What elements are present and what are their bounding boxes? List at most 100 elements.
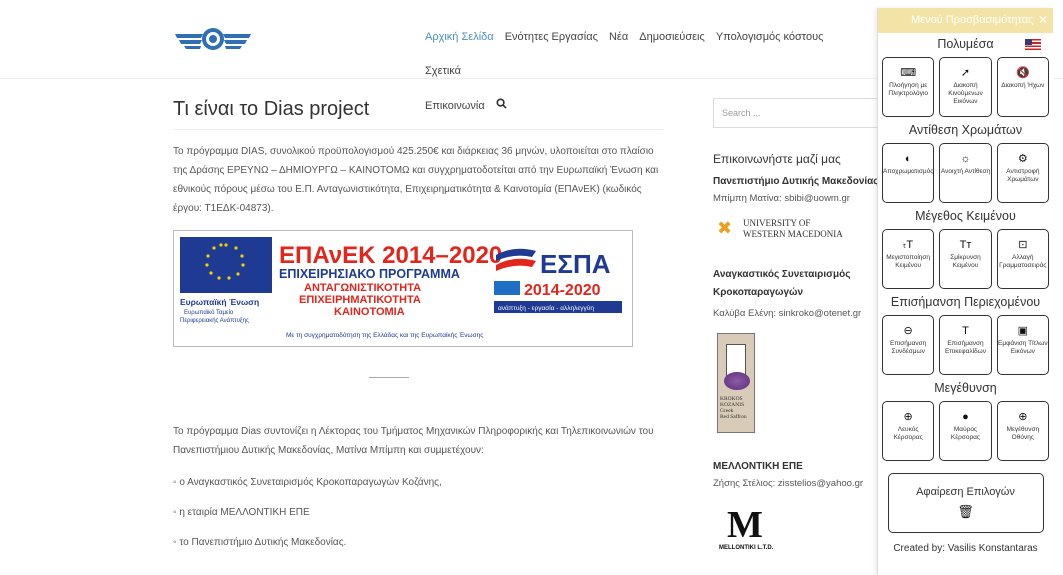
image-icon: ▣ bbox=[1017, 325, 1029, 337]
accessibility-button-label: Διακοπή Κινούμενων Εικόνων bbox=[948, 82, 983, 105]
accessibility-button-label: Επισήμανση Επικεφαλίδων bbox=[944, 340, 986, 355]
uowm-name: Πανεπιστήμιο Δυτικής Μακεδονίας bbox=[713, 176, 878, 187]
mute-icon: 🔇 bbox=[1015, 67, 1030, 79]
accessibility-button-label: Μεγέθυνση Οθόνης bbox=[1006, 426, 1040, 441]
accessibility-button-label: Επισήμανση Συνδέσμων bbox=[890, 340, 927, 355]
nav-publications[interactable]: Δημοσιεύσεις bbox=[639, 20, 705, 54]
intro-paragraph: Το πρόγραμμα DIAS, συνολικού προϋπολογισ… bbox=[173, 146, 659, 214]
nav-home[interactable]: Αρχική Σελίδα bbox=[425, 20, 494, 54]
accessibility-button-label: Αντιστροφή Χρωμάτων bbox=[1006, 168, 1040, 183]
accessibility-button-label: Λευκός Κέρσορας bbox=[893, 426, 923, 441]
font-change-icon: ⊡ bbox=[1018, 239, 1028, 251]
pointer-off-icon: ➚ bbox=[960, 67, 971, 79]
funding-banner-graphic: Ευρωπαϊκή Ένωση Ευρωπαϊκό Ταμείο Περιφερ… bbox=[180, 237, 622, 339]
partners-list: ◦ ο Αναγκαστικός Συνεταιρισμός Κροκοπαρα… bbox=[173, 476, 663, 550]
accessibility-button[interactable]: ⊡ Αλλαγή Γραμματοσειράς bbox=[996, 229, 1049, 289]
accessibility-button[interactable]: Tт Σμίκρυνση Κειμένου bbox=[939, 229, 992, 289]
eu-label: Ευρωπαϊκή Ένωση bbox=[180, 297, 259, 307]
white-cursor-icon: ⊕ bbox=[903, 411, 913, 423]
accessibility-button[interactable]: ➚ Διακοπή Κινούμενων Εικόνων bbox=[939, 57, 992, 117]
eu-sub2: Περιφερειακής Ανάπτυξης bbox=[180, 317, 249, 324]
accessibility-button-label: Μεγιστοποίηση Κειμένου bbox=[886, 254, 931, 269]
text-decrease-icon: ₜT bbox=[903, 239, 914, 251]
accessibility-button-grid: ⌨ Πλοήγηση με Πληκτρολόγιο ➚ Διακοπή Κινούμ… bbox=[878, 57, 1053, 117]
accessibility-button[interactable]: ● Μαύρος Κέρσορας bbox=[939, 401, 992, 461]
mellontiki-name: ΜΕΛΛΟΝΤΙΚΗ ΕΠΕ bbox=[713, 461, 803, 472]
accessibility-button[interactable]: ◐ Αποχρωματισμός bbox=[882, 143, 935, 203]
accessibility-button[interactable]: T Επισήμανση Επικεφαλίδων bbox=[939, 315, 992, 375]
accessibility-panel: Μενού Προσβασιμότητας ✕ Πολυμέσα ⌨ Πλοήγησ… bbox=[877, 8, 1053, 575]
sidebar-search-input[interactable]: Search ... bbox=[713, 98, 883, 128]
accessibility-button-grid: ◐ Αποχρωματισμός ☼ Ανοιχτή Αντίθεση ⚙ Αντιστρ… bbox=[878, 143, 1053, 203]
mellontiki-contact: Ζήσης Στέλιος: zisstelios@yahoo.gr bbox=[713, 478, 864, 489]
accessibility-button-grid: ₜT Μεγιστοποίηση Κειμένου Tт Σμίκρυνση Κειμ… bbox=[878, 229, 1053, 289]
invert-icon: ⚙ bbox=[1017, 153, 1028, 165]
accessibility-button[interactable]: ⌨ Πλοήγηση με Πληκτρολόγιο bbox=[882, 57, 935, 117]
accessibility-button[interactable]: ₜT Μεγιστοποίηση Κειμένου bbox=[882, 229, 935, 289]
site-logo[interactable] bbox=[173, 24, 253, 56]
contrast-icon: ◐ bbox=[904, 153, 912, 165]
coordination-paragraph: Το πρόγραμμα Dias συντονίζει η Λέκτορας … bbox=[173, 426, 654, 456]
banner-line1: ΑΝΤΑΓΩΝΙΣΤΙΚΟΤΗΤΑ bbox=[304, 282, 421, 294]
banner-line2: ΕΠΙΧΕΙΡΗΜΑΤΙΚΟΤΗΤΑ bbox=[299, 294, 421, 306]
accessibility-button-label: Διακοπή Ήχων bbox=[1001, 82, 1045, 89]
accessibility-section-title: Μέγεθος Κειμένου bbox=[915, 209, 1016, 223]
coop-contact: Καλύβα Ελένη: sinkroko@otenet.gr bbox=[713, 308, 862, 319]
accessibility-section-title: Μεγέθυνση bbox=[934, 381, 997, 395]
text-shrink-icon: Tт bbox=[959, 239, 972, 251]
list-item: ◦ η εταιρία ΜΕΛΛΟΝΤΙΚΗ ΕΠΕ bbox=[173, 507, 310, 518]
reset-options-button[interactable]: Αφαίρεση Επιλογών 🗑 bbox=[887, 473, 1044, 533]
accessibility-button[interactable]: ☼ Ανοιχτή Αντίθεση bbox=[939, 143, 992, 203]
espa-title: ΕΣΠΑ bbox=[540, 249, 611, 279]
accessibility-section-title: Επισήμανση Περιεχομένου bbox=[890, 295, 1041, 309]
accessibility-title: Μενού Προσβασιμότητας bbox=[911, 14, 1034, 26]
accessibility-button-label: Ανοιχτή Αντίθεση bbox=[940, 168, 991, 175]
accessibility-button-label: Αποχρωματισμός bbox=[883, 168, 934, 175]
zoom-icon: ⊕ bbox=[1018, 411, 1028, 423]
accessibility-button[interactable]: ⚙ Αντιστροφή Χρωμάτων bbox=[996, 143, 1049, 203]
keyboard-icon: ⌨ bbox=[900, 67, 917, 79]
brightness-icon: ☼ bbox=[960, 153, 971, 165]
accessibility-button[interactable]: ▣ Εμφάνιση Τίτλων Εικόνων bbox=[996, 315, 1049, 375]
us-flag-icon[interactable] bbox=[1025, 39, 1041, 50]
nav-work-packages[interactable]: Ενότητες Εργασίας bbox=[505, 20, 598, 54]
nav-news[interactable]: Νέα bbox=[609, 20, 628, 54]
program-label: ΕΠΙΧΕΙΡΗΣΙΑΚΟ ΠΡΟΓΡΑΜΜΑ bbox=[279, 267, 460, 281]
accessibility-button[interactable]: ⊕ Λευκός Κέρσορας bbox=[882, 401, 935, 461]
espa-tag: ανάπτυξη - εργασία - αλληλεγγύη bbox=[498, 304, 594, 312]
epanek-title: ΕΠΑνΕΚ 2014–2020 bbox=[279, 242, 502, 269]
credit-text: Created by: Vasilis Konstantaras bbox=[893, 543, 1038, 554]
eu-sub1: Ευρωπαϊκό Ταμείο bbox=[184, 309, 234, 316]
accessibility-button-label: Εμφάνιση Τίτλων Εικόνων bbox=[998, 340, 1048, 355]
accessibility-button-grid: ⊖ Επισήμανση Συνδέσμων T Επισήμανση Επικεφα… bbox=[878, 315, 1053, 375]
trash-icon: 🗑 bbox=[957, 504, 974, 519]
heading-icon: T bbox=[962, 325, 969, 337]
accessibility-button-label: Πλοήγηση με Πληκτρολόγιο bbox=[888, 82, 928, 97]
nav-cost-calculation[interactable]: Υπολογισμός κόστους bbox=[716, 20, 824, 54]
accessibility-section-title: Αντίθεση Χρωμάτων bbox=[908, 123, 1023, 137]
accessibility-section-title: Πολυμέσα bbox=[878, 35, 1053, 53]
banner-footer: Με τη συγχρηματοδότηση της Ελλάδας και τ… bbox=[286, 331, 483, 339]
accessibility-button-grid: ⊕ Λευκός Κέρσορας ● Μαύρος Κέρσορας ⊕ Μεγέθυν… bbox=[878, 401, 1053, 461]
list-item: ◦ ο Αναγκαστικός Συνεταιρισμός Κροκοπαρα… bbox=[173, 477, 442, 488]
espa-years: 2014-2020 bbox=[524, 282, 601, 299]
accessibility-button[interactable]: ⊖ Επισήμανση Συνδέσμων bbox=[882, 315, 935, 375]
banner-line3: ΚΑΙΝΟΤΟΜΙΑ bbox=[334, 306, 405, 318]
funding-banner: Ευρωπαϊκή Ένωση Ευρωπαϊκό Ταμείο Περιφερ… bbox=[173, 230, 633, 347]
uowm-contact: Μπίμπη Ματίνα: sbibi@uowm.gr bbox=[713, 193, 850, 204]
black-cursor-icon: ● bbox=[962, 411, 969, 423]
accessibility-button-label: Σμίκρυνση Κειμένου bbox=[950, 254, 981, 269]
coop-name: Αναγκαστικός Συνεταιρισμός Κροκοπαραγωγών bbox=[713, 269, 851, 298]
accessibility-button[interactable]: ⊕ Μεγέθυνση Οθόνης bbox=[996, 401, 1049, 461]
accessibility-header: Μενού Προσβασιμότητας ✕ bbox=[878, 8, 1053, 33]
close-icon[interactable]: ✕ bbox=[1038, 8, 1048, 33]
page-title: Τι είναι το Dias project bbox=[173, 98, 663, 130]
uowm-emblem-icon: ✖ bbox=[717, 218, 733, 238]
mellontiki-logo: M MELLONTIKI L.T.D. bbox=[719, 504, 774, 551]
main-content: Τι είναι το Dias project Το πρόγραμμα DI… bbox=[173, 98, 663, 575]
divider bbox=[369, 377, 409, 378]
accessibility-button[interactable]: 🔇 Διακοπή Ήχων bbox=[996, 57, 1049, 117]
nav-about[interactable]: Σχετικά bbox=[425, 54, 461, 88]
accessibility-button-label: Αλλαγή Γραμματοσειράς bbox=[999, 254, 1047, 269]
sidebar: Search ... Επικοινωνήστε μαζί μας Πανεπι… bbox=[713, 98, 883, 555]
